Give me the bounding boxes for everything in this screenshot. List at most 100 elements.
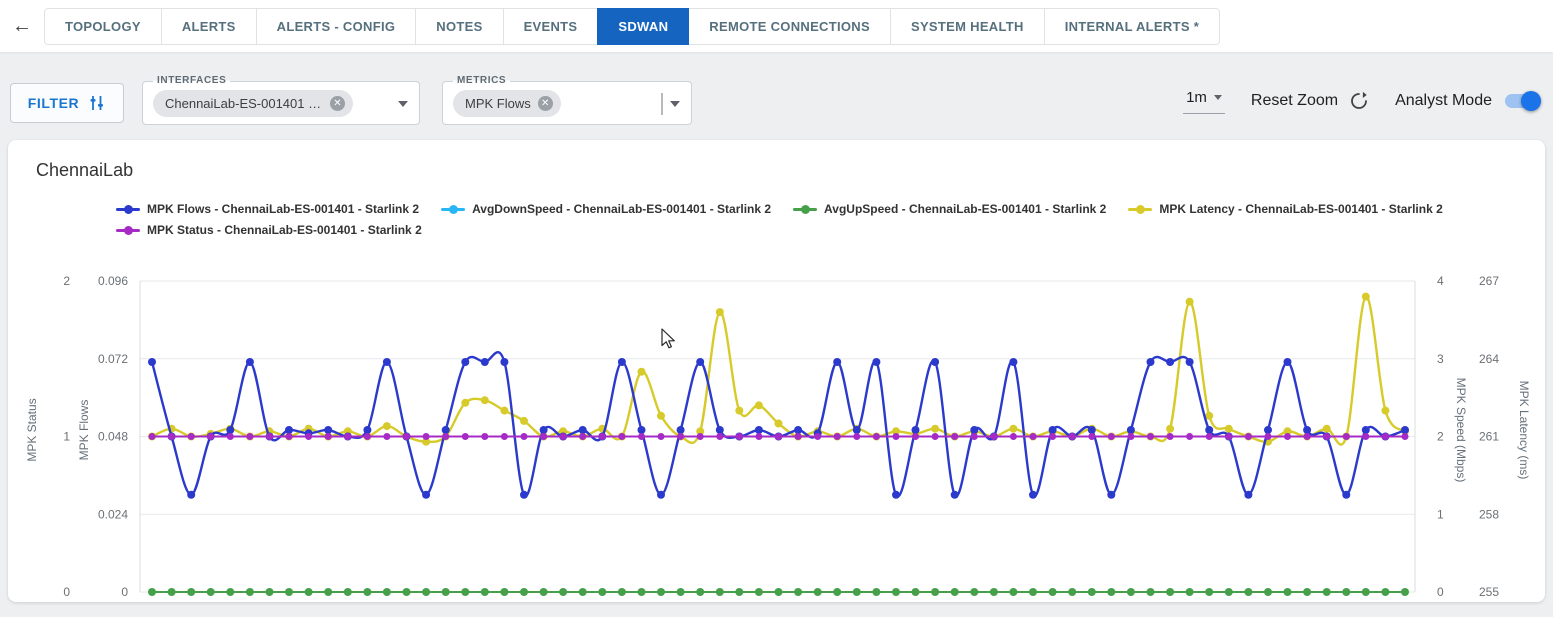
axis-tick-label: 0: [1437, 585, 1444, 599]
series-point: [814, 588, 822, 596]
series-point: [1245, 433, 1252, 440]
tab-sdwan[interactable]: SDWAN: [597, 8, 689, 45]
back-arrow-icon[interactable]: ←: [0, 0, 44, 52]
chart-card: ChennaiLab MPK Flows - ChennaiLab-ES-001…: [8, 140, 1545, 602]
series-point: [423, 433, 430, 440]
series-point: [422, 491, 430, 499]
metrics-chip[interactable]: MPK Flows ✕: [453, 90, 561, 117]
series-point: [442, 588, 450, 596]
filter-button[interactable]: FILTER: [10, 83, 124, 123]
series-point: [462, 433, 469, 440]
series-point: [481, 358, 489, 366]
interfaces-chip[interactable]: ChennaiLab-ES-001401 - St... ✕: [153, 90, 353, 117]
series-point: [1009, 358, 1017, 366]
series-point: [520, 588, 528, 596]
series-point: [1381, 588, 1389, 596]
chevron-down-icon[interactable]: [670, 101, 680, 107]
series-point: [246, 588, 254, 596]
series-point: [853, 588, 861, 596]
series-point: [540, 433, 547, 440]
series-point: [932, 433, 939, 440]
series-point: [1166, 588, 1174, 596]
tab-alerts[interactable]: ALERTS: [161, 8, 257, 45]
series-point: [912, 426, 920, 434]
series-point: [1401, 588, 1409, 596]
reset-zoom-button[interactable]: Reset Zoom: [1251, 91, 1369, 111]
chevron-down-icon[interactable]: [398, 101, 408, 107]
series-point: [951, 588, 959, 596]
metrics-select[interactable]: METRICS MPK Flows ✕: [442, 81, 692, 125]
series-point: [1284, 358, 1292, 366]
tab-events[interactable]: EVENTS: [503, 8, 599, 45]
series-point: [1009, 425, 1017, 433]
series-point: [521, 433, 528, 440]
series-point: [658, 433, 665, 440]
series-point: [873, 433, 880, 440]
series-point: [1225, 588, 1233, 596]
series-point: [755, 588, 763, 596]
series-point: [481, 396, 489, 404]
series-point: [755, 433, 762, 440]
series-point: [1069, 433, 1076, 440]
series-point: [893, 433, 900, 440]
series-point: [1010, 433, 1017, 440]
series-point: [481, 433, 488, 440]
series-point: [403, 588, 411, 596]
tab-topology[interactable]: TOPOLOGY: [44, 8, 162, 45]
tab-notes[interactable]: NOTES: [415, 8, 503, 45]
series-point: [1030, 433, 1037, 440]
axis-tick-label: 0.024: [98, 507, 128, 521]
time-range-select[interactable]: 1m: [1183, 88, 1225, 114]
series-point: [990, 433, 997, 440]
series-point: [677, 588, 685, 596]
tab-remote-connections[interactable]: REMOTE CONNECTIONS: [688, 8, 891, 45]
series-point: [1362, 588, 1370, 596]
series-point: [1147, 588, 1155, 596]
series-point: [1088, 426, 1096, 434]
series-point: [794, 426, 802, 434]
axis-tick-label: 2: [63, 274, 70, 288]
series-point: [305, 588, 313, 596]
series-point: [1147, 433, 1154, 440]
series-point: [1049, 426, 1057, 434]
series-point: [853, 426, 861, 434]
series-point: [1244, 588, 1252, 596]
axis-tick-label: 261: [1479, 430, 1499, 444]
series-point: [1186, 588, 1194, 596]
series-point: [834, 433, 841, 440]
series-point: [618, 433, 625, 440]
chip-remove-icon[interactable]: ✕: [538, 96, 553, 111]
chevron-down-icon: [1214, 95, 1222, 100]
series-point: [1265, 433, 1272, 440]
series-point: [638, 368, 646, 376]
axis-title: MPK Status: [25, 398, 39, 461]
series-point: [1108, 433, 1115, 440]
text-cursor: [661, 93, 663, 115]
analyst-mode-toggle[interactable]: [1505, 91, 1541, 111]
series-point: [1362, 426, 1370, 434]
series-point: [1342, 491, 1350, 499]
series-point: [226, 426, 234, 434]
axis-tick-label: 255: [1479, 585, 1499, 599]
tab-internal-alerts[interactable]: INTERNAL ALERTS *: [1044, 8, 1220, 45]
series-point: [775, 433, 782, 440]
series-point: [188, 433, 195, 440]
series-point: [775, 588, 783, 596]
series-point: [540, 426, 548, 434]
series-point: [1362, 433, 1369, 440]
metrics-chip-text: MPK Flows: [465, 96, 531, 111]
tab-system-health[interactable]: SYSTEM HEALTH: [890, 8, 1045, 45]
series-point: [1244, 491, 1252, 499]
series-point: [1323, 433, 1330, 440]
chip-remove-icon[interactable]: ✕: [330, 96, 345, 111]
series-point: [755, 401, 763, 409]
interfaces-select[interactable]: INTERFACES ChennaiLab-ES-001401 - St... …: [142, 81, 420, 125]
tab-alerts-config[interactable]: ALERTS - CONFIG: [256, 8, 417, 45]
series-point: [461, 358, 469, 366]
series-point: [285, 426, 293, 434]
series-point: [246, 433, 253, 440]
filter-toolbar: FILTER INTERFACES ChennaiLab-ES-001401 -…: [10, 80, 1543, 126]
chart-canvas[interactable]: 01200.0240.0480.0720.0960123425525826126…: [8, 140, 1545, 602]
series-point: [853, 433, 860, 440]
analyst-mode-control: Analyst Mode: [1395, 91, 1541, 111]
